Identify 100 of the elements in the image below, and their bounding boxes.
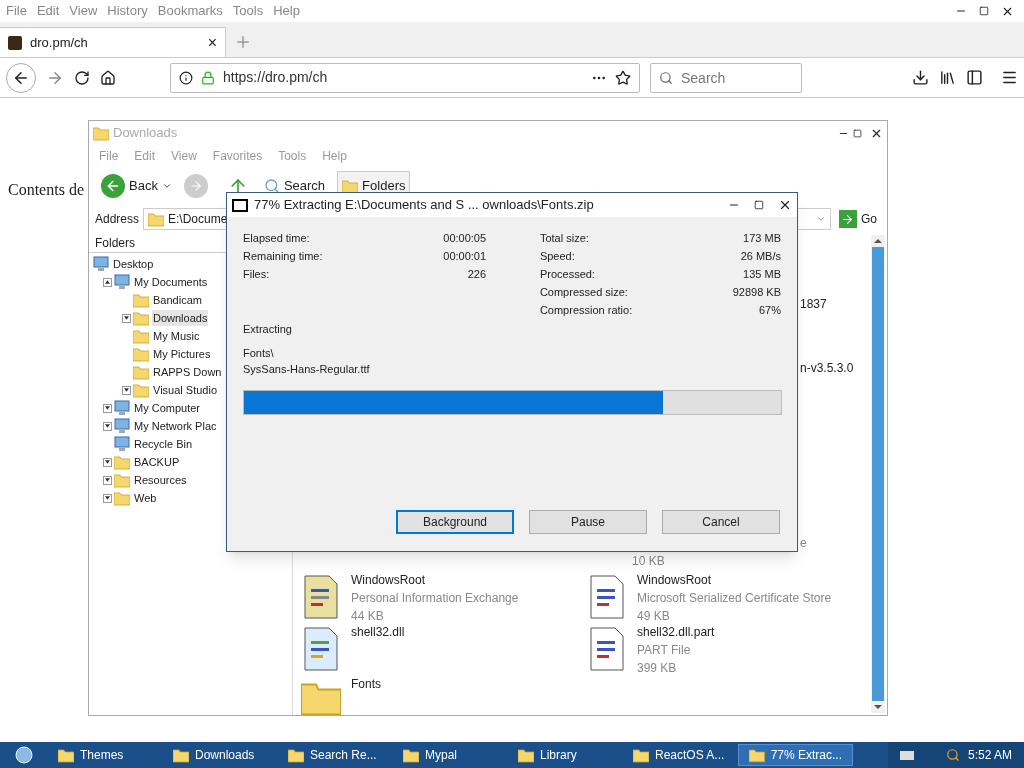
folder-icon	[133, 328, 149, 344]
file-name[interactable]: WindowsRoot	[637, 571, 832, 589]
stat-value: 26 MB/s	[740, 248, 781, 264]
stat-label: Compression ratio:	[539, 302, 633, 318]
tree-item[interactable]: My Network Plac	[133, 417, 218, 435]
tree-item[interactable]: My Music	[152, 327, 201, 345]
folder-icon	[133, 346, 149, 362]
file-icon	[301, 575, 341, 619]
expand-toggle[interactable]	[102, 421, 112, 431]
tree-item[interactable]: Bandicam	[152, 291, 203, 309]
tree-item[interactable]: Recycle Bin	[133, 435, 194, 453]
menu-item[interactable]: View	[69, 1, 98, 21]
file-icon	[587, 575, 627, 619]
browser-tab[interactable]: dro.pm/ch ×	[0, 27, 226, 57]
keyboard-icon[interactable]	[899, 750, 914, 760]
taskbar-button[interactable]: 77% Extrac...	[738, 744, 853, 766]
menu-item[interactable]: Help	[273, 1, 300, 21]
library-icon[interactable]	[939, 69, 956, 86]
file-type: Microsoft Serialized Certificate Store	[637, 590, 832, 607]
start-icon[interactable]	[14, 745, 34, 765]
search-icon[interactable]	[945, 748, 960, 762]
url-text: https://dro.pm/ch	[223, 68, 329, 87]
expand-toggle[interactable]	[102, 457, 112, 467]
star-icon[interactable]	[615, 69, 631, 86]
clock: 5:52 AM	[967, 747, 1012, 764]
url-bar[interactable]: https://dro.pm/ch	[170, 62, 640, 93]
lock-icon	[201, 70, 215, 85]
tree-item[interactable]: BACKUP	[133, 453, 181, 471]
maximize-icon[interactable]	[754, 200, 764, 210]
dialog-button[interactable]: Background	[396, 510, 514, 534]
file-size: 44 KB	[351, 608, 385, 625]
folder-icon	[148, 211, 165, 227]
close-icon[interactable]	[778, 198, 792, 212]
expand-toggle[interactable]	[102, 493, 112, 503]
taskbar-button[interactable]: Library	[508, 744, 623, 766]
scroll-down-icon[interactable]	[874, 705, 882, 709]
search-field[interactable]: Search	[650, 62, 802, 93]
back-button[interactable]: Back	[97, 171, 176, 201]
reload-icon[interactable]	[74, 69, 90, 86]
go-button[interactable]: Go	[835, 210, 881, 228]
file-name[interactable]: shell32.dll	[351, 623, 405, 641]
taskbar-button[interactable]: Themes	[48, 744, 163, 766]
tree-item[interactable]: RAPPS Down	[152, 363, 223, 381]
tree-item[interactable]: My Pictures	[152, 345, 212, 363]
stat-value: 173 MB	[743, 230, 781, 246]
scroll-up-icon[interactable]	[874, 239, 882, 243]
taskbar-button[interactable]: Search Re...	[278, 744, 393, 766]
tree-item[interactable]: Web	[133, 489, 158, 507]
expand-toggle[interactable]	[121, 313, 131, 323]
taskbar-button[interactable]: Downloads	[163, 744, 278, 766]
tab-close[interactable]: ×	[207, 34, 217, 51]
tree-item[interactable]: My Computer	[133, 399, 202, 417]
menu-icon[interactable]	[1001, 69, 1018, 86]
tree-item[interactable]: Downloads	[152, 309, 209, 327]
expand-toggle[interactable]	[102, 475, 112, 485]
home-icon[interactable]	[100, 69, 116, 86]
expand-toggle[interactable]	[102, 403, 112, 413]
dialog-button[interactable]: Pause	[529, 510, 647, 534]
app-icon	[232, 198, 248, 212]
stat-label: Compressed size:	[539, 284, 628, 300]
stat-value: 226	[467, 266, 487, 282]
address-label: Address	[95, 211, 140, 228]
menu-item[interactable]: History	[107, 1, 148, 21]
info-icon	[179, 70, 193, 85]
stat-label: Files:	[243, 266, 270, 282]
computer-icon	[114, 436, 130, 452]
file-name[interactable]: WindowsRoot	[351, 571, 519, 589]
expand-toggle[interactable]	[102, 277, 112, 287]
taskbar-button[interactable]: Mypal	[393, 744, 508, 766]
file-size: 49 KB	[637, 608, 671, 625]
taskbar-button[interactable]: ReactOS A...	[623, 744, 738, 766]
expand-toggle[interactable]	[121, 385, 131, 395]
download-icon[interactable]	[912, 69, 929, 86]
file-name[interactable]: shell32.dll.part	[637, 623, 715, 641]
tree-item[interactable]: Desktop	[112, 255, 155, 273]
scrollbar[interactable]	[871, 235, 885, 713]
file-type: Personal Information Exchange	[351, 590, 519, 607]
maximize-icon[interactable]	[979, 6, 989, 16]
folder-icon	[133, 382, 149, 398]
menu-item[interactable]: Edit	[36, 1, 60, 21]
computer-icon	[114, 400, 130, 416]
scroll-thumb[interactable]	[872, 247, 884, 701]
menu-item[interactable]: File	[6, 1, 27, 21]
tree-item[interactable]: My Documents	[133, 273, 209, 291]
menu-item[interactable]: Tools	[232, 1, 264, 21]
folder-icon	[114, 454, 130, 470]
folder-icon	[173, 747, 189, 763]
dialog-button[interactable]: Cancel	[662, 510, 780, 534]
file-type: PART File	[637, 642, 692, 659]
sidebar-icon[interactable]	[966, 69, 983, 86]
folder-icon	[114, 472, 130, 488]
menu-item[interactable]: Bookmarks	[157, 1, 223, 21]
computer-icon	[114, 418, 130, 434]
file-name[interactable]: Fonts	[351, 675, 381, 693]
tree-item[interactable]: Visual Studio	[152, 381, 218, 399]
tree-item[interactable]: Resources	[133, 471, 188, 489]
stat-value: 67%	[758, 302, 781, 318]
maximize-icon[interactable]	[853, 128, 862, 138]
stat-value: 92898 KB	[732, 284, 781, 300]
search-icon	[659, 70, 673, 85]
